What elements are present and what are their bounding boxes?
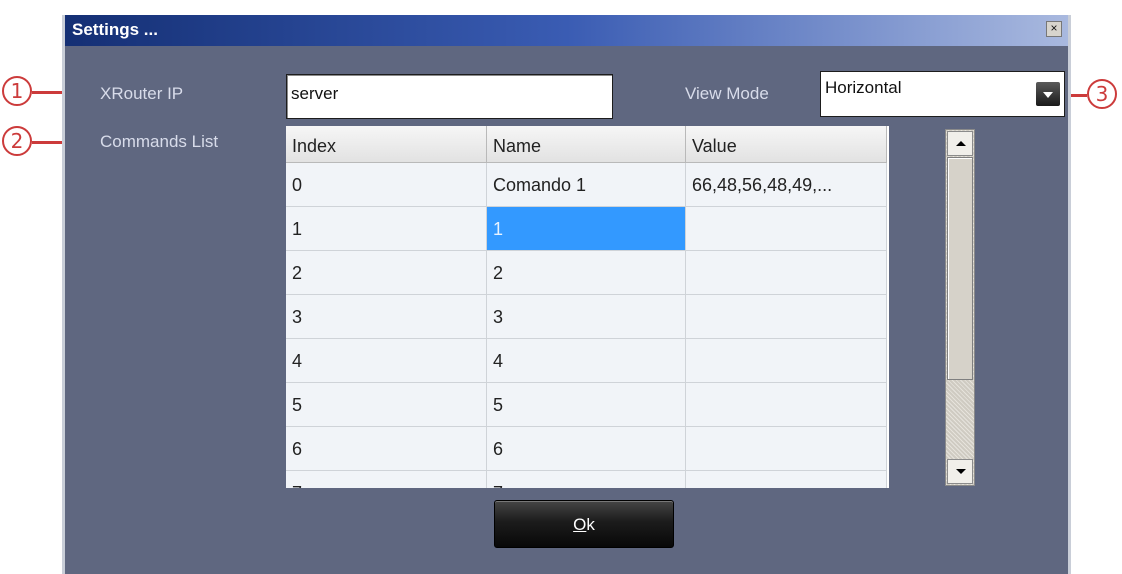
arrow-up-icon[interactable] (947, 131, 973, 156)
ok-button-label: k (586, 515, 595, 534)
ok-button[interactable]: Ok (494, 500, 674, 548)
callout-3: 3 (1087, 79, 1117, 109)
table-row[interactable]: 7 7 (286, 471, 889, 488)
xrouter-ip-input[interactable]: server (286, 74, 613, 119)
cell-value[interactable] (686, 471, 887, 488)
table-row[interactable]: 6 6 (286, 427, 889, 471)
table-row[interactable]: 1 1 (286, 207, 889, 251)
view-mode-select[interactable]: Horizontal (820, 71, 1065, 117)
cell-value[interactable] (686, 427, 887, 471)
view-mode-value: Horizontal (825, 78, 902, 97)
cell-index[interactable]: 1 (286, 207, 487, 251)
close-icon[interactable]: × (1046, 21, 1062, 37)
table-row[interactable]: 4 4 (286, 339, 889, 383)
xrouter-ip-label: XRouter IP (100, 84, 184, 103)
cell-value[interactable] (686, 295, 887, 339)
cell-name[interactable]: 7 (487, 471, 686, 488)
cell-index[interactable]: 0 (286, 163, 487, 207)
chevron-down-icon[interactable] (1036, 82, 1060, 106)
settings-dialog: Settings ... × XRouter IP server View Mo… (62, 15, 1071, 574)
cell-name-selected[interactable]: 1 (487, 207, 686, 251)
cell-index[interactable]: 5 (286, 383, 487, 427)
table-row[interactable]: 5 5 (286, 383, 889, 427)
column-header-value[interactable]: Value (686, 126, 887, 163)
cell-index[interactable]: 2 (286, 251, 487, 295)
callout-2: 2 (2, 126, 32, 156)
cell-name[interactable]: Comando 1 (487, 163, 686, 207)
cell-name[interactable]: 2 (487, 251, 686, 295)
window-title: Settings ... (72, 20, 158, 39)
view-mode-label: View Mode (685, 84, 769, 103)
cell-value[interactable] (686, 207, 887, 251)
table-row[interactable]: 2 2 (286, 251, 889, 295)
vertical-scrollbar[interactable] (945, 129, 975, 486)
cell-value[interactable] (686, 251, 887, 295)
column-header-index[interactable]: Index (286, 126, 487, 163)
callout-1: 1 (2, 76, 32, 106)
ok-button-mnemonic: O (573, 515, 587, 534)
cell-value[interactable] (686, 339, 887, 383)
cell-name[interactable]: 3 (487, 295, 686, 339)
table-row[interactable]: 0 Comando 1 66,48,56,48,49,... (286, 163, 889, 207)
cell-index[interactable]: 4 (286, 339, 487, 383)
cell-index[interactable]: 7 (286, 471, 487, 488)
cell-index[interactable]: 3 (286, 295, 487, 339)
title-bar[interactable]: Settings ... × (65, 15, 1068, 46)
table-row[interactable]: 3 3 (286, 295, 889, 339)
commands-grid[interactable]: Index Name Value 0 Comando 1 66,48,56,48… (286, 126, 889, 488)
cell-index[interactable]: 6 (286, 427, 487, 471)
commands-list-label: Commands List (100, 132, 219, 151)
cell-name[interactable]: 6 (487, 427, 686, 471)
scrollbar-thumb[interactable] (947, 157, 973, 380)
cell-value[interactable] (686, 383, 887, 427)
grid-header: Index Name Value (286, 126, 889, 163)
column-header-name[interactable]: Name (487, 126, 686, 163)
cell-name[interactable]: 4 (487, 339, 686, 383)
arrow-down-icon[interactable] (947, 459, 973, 484)
cell-value[interactable]: 66,48,56,48,49,... (686, 163, 887, 207)
cell-name[interactable]: 5 (487, 383, 686, 427)
